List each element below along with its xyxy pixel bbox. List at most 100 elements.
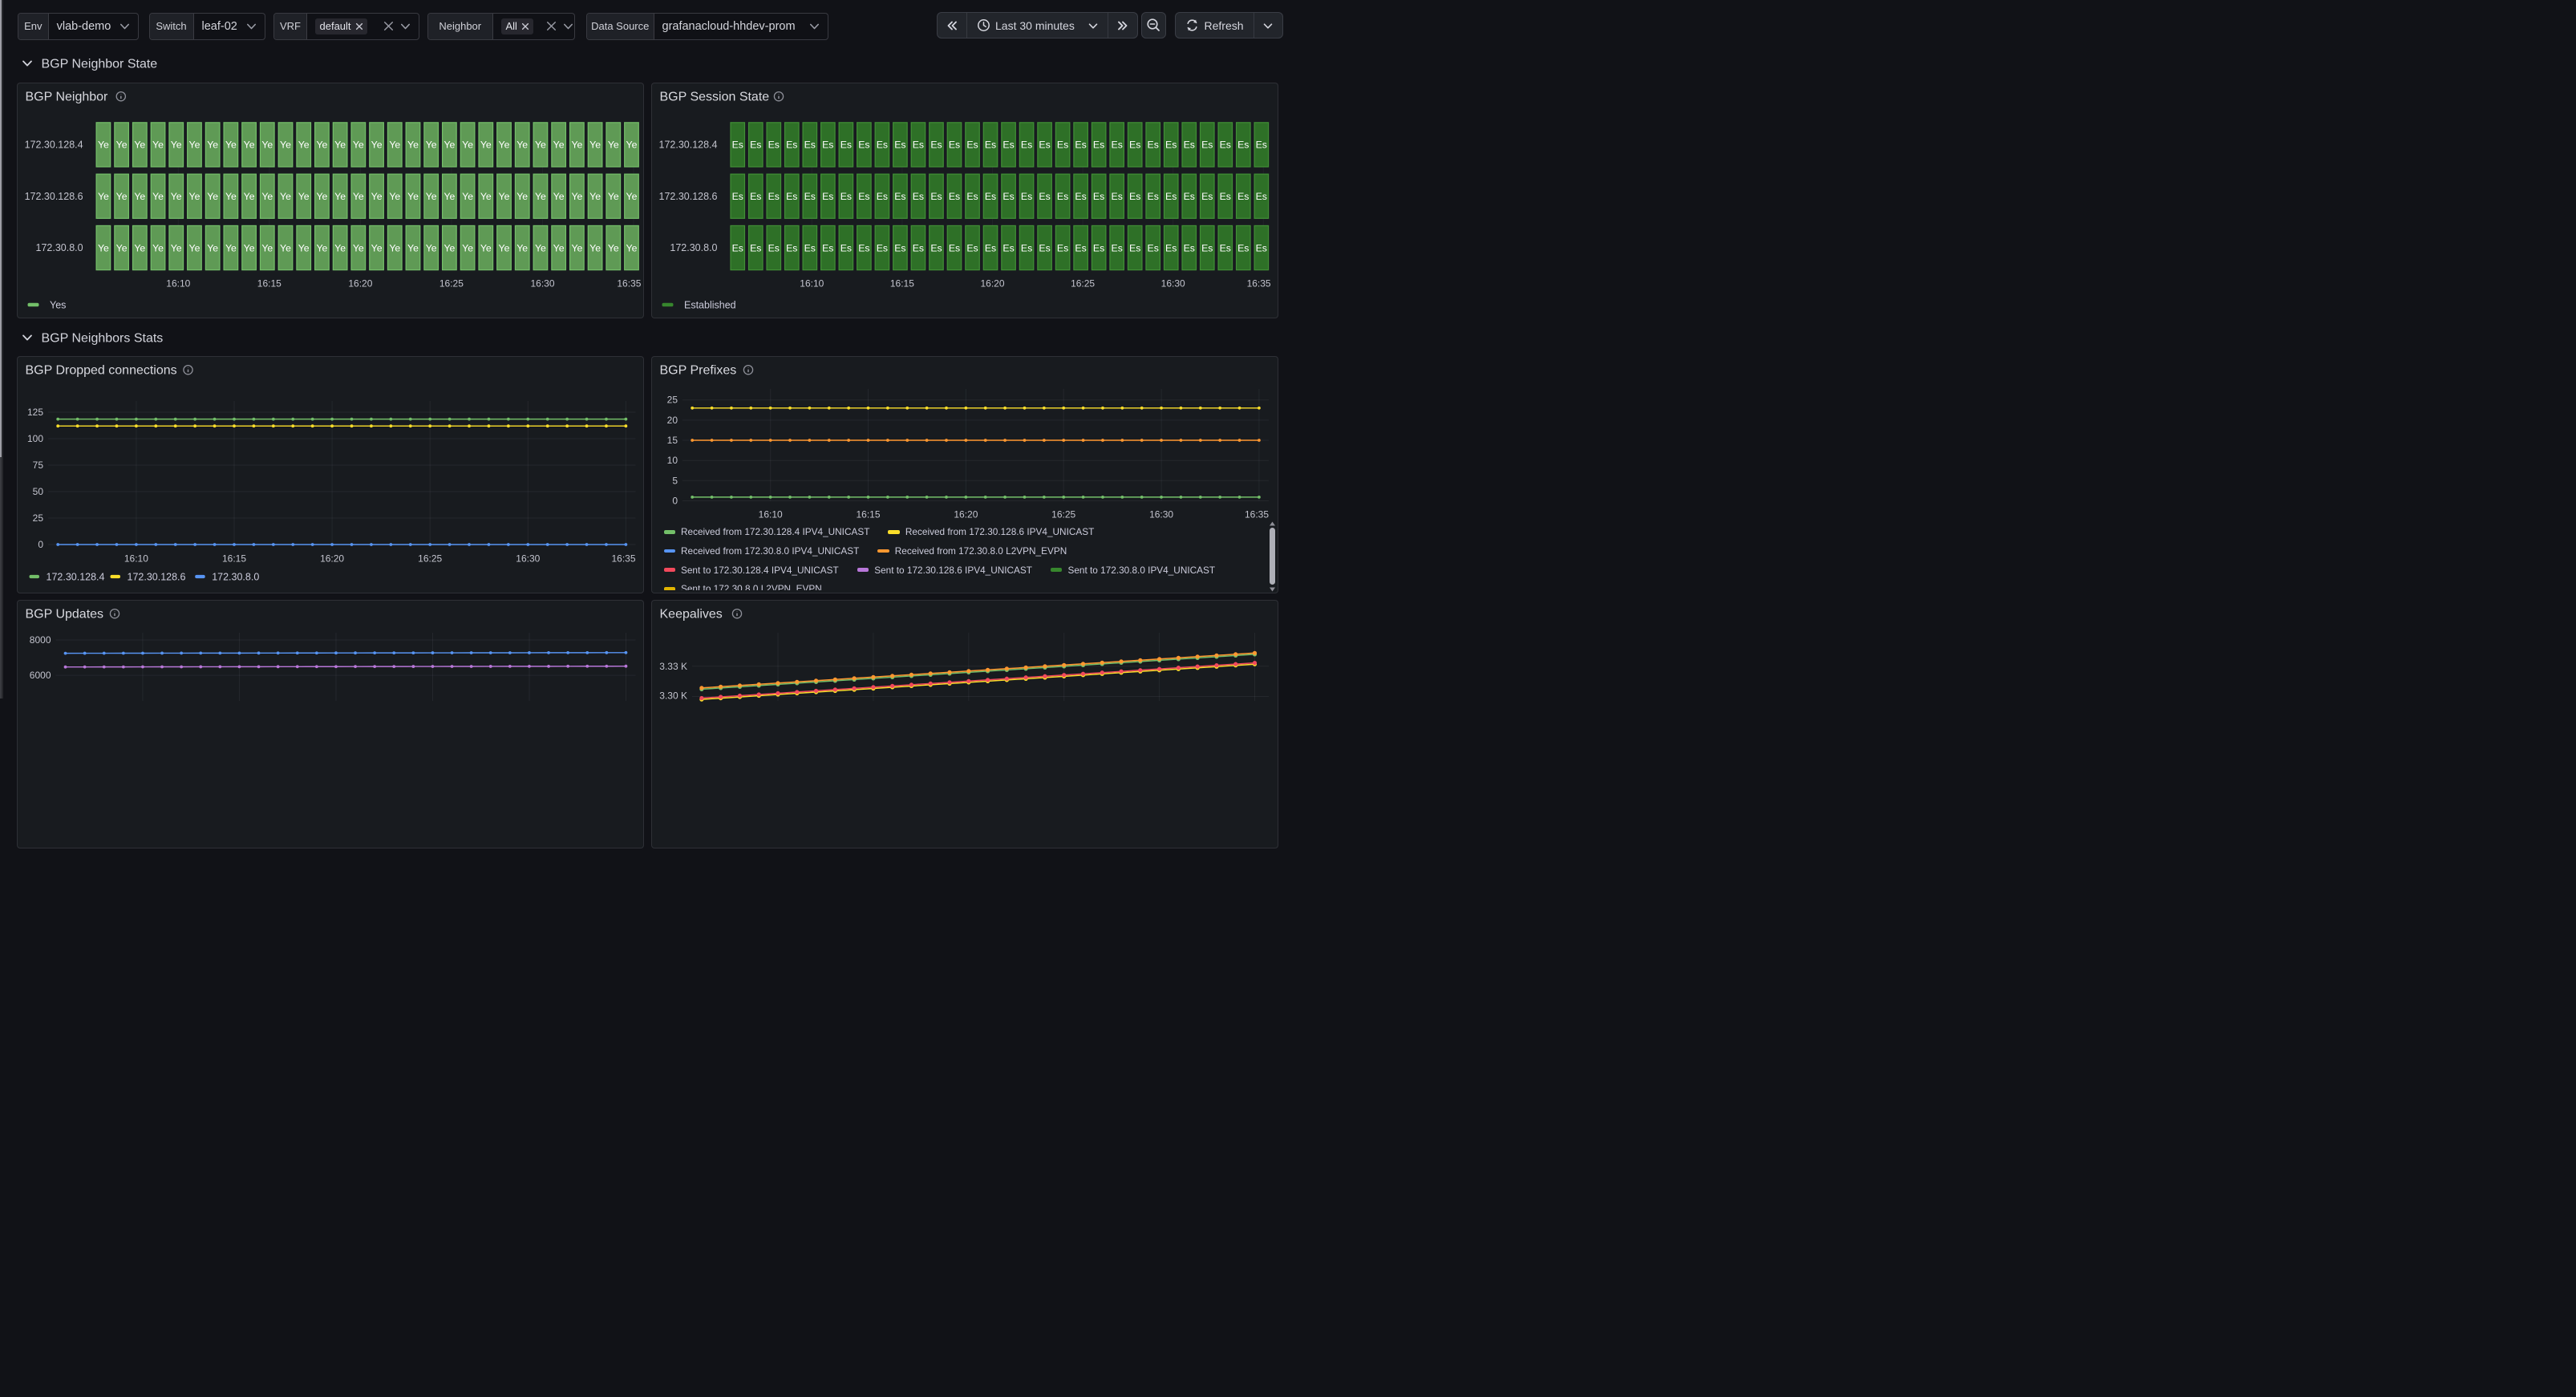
svg-text:Ye: Ye bbox=[516, 191, 528, 202]
svg-text:Es: Es bbox=[877, 139, 888, 150]
svg-text:Ye: Ye bbox=[316, 139, 327, 150]
svg-text:Es: Es bbox=[1002, 242, 1014, 253]
svg-text:Ye: Ye bbox=[553, 191, 564, 202]
svg-text:Es: Es bbox=[913, 242, 924, 253]
svg-text:Ye: Ye bbox=[444, 242, 455, 253]
svg-text:3.30 K: 3.30 K bbox=[659, 690, 687, 702]
svg-text:Es: Es bbox=[768, 139, 780, 150]
svg-text:16:20: 16:20 bbox=[954, 508, 978, 520]
svg-text:Es: Es bbox=[1256, 242, 1267, 253]
svg-text:Ye: Ye bbox=[134, 242, 145, 253]
svg-text:Ye: Ye bbox=[425, 139, 436, 150]
svg-text:172.30.128.4: 172.30.128.4 bbox=[46, 571, 104, 582]
svg-text:172.30.128.6: 172.30.128.6 bbox=[24, 190, 83, 201]
svg-text:Es: Es bbox=[877, 191, 888, 202]
svg-text:Es: Es bbox=[732, 139, 743, 150]
svg-text:Ye: Ye bbox=[389, 242, 400, 253]
svg-text:Es: Es bbox=[966, 242, 978, 253]
svg-text:Es: Es bbox=[732, 242, 743, 253]
svg-text:16:25: 16:25 bbox=[1071, 277, 1095, 289]
svg-text:Ye: Ye bbox=[170, 191, 181, 202]
svg-text:Ye: Ye bbox=[225, 242, 236, 253]
svg-text:Es: Es bbox=[858, 242, 869, 253]
svg-text:Ye: Ye bbox=[480, 139, 491, 150]
svg-text:16:30: 16:30 bbox=[1149, 508, 1173, 520]
svg-text:Yes: Yes bbox=[50, 299, 66, 310]
svg-text:Ye: Ye bbox=[207, 191, 218, 202]
svg-text:Ye: Ye bbox=[407, 242, 419, 253]
svg-text:Es: Es bbox=[1148, 139, 1159, 150]
svg-text:Ye: Ye bbox=[571, 139, 582, 150]
svg-text:16:30: 16:30 bbox=[516, 553, 540, 564]
svg-text:Es: Es bbox=[913, 191, 924, 202]
svg-text:Es: Es bbox=[913, 139, 924, 150]
svg-text:Ye: Ye bbox=[371, 242, 382, 253]
svg-text:20: 20 bbox=[667, 414, 678, 425]
svg-text:Es: Es bbox=[840, 242, 852, 253]
svg-text:172.30.128.4: 172.30.128.4 bbox=[659, 139, 718, 150]
svg-text:16:15: 16:15 bbox=[221, 553, 245, 564]
svg-text:Ye: Ye bbox=[243, 139, 254, 150]
svg-text:16:10: 16:10 bbox=[124, 553, 148, 564]
svg-text:Es: Es bbox=[1039, 139, 1050, 150]
svg-text:Es: Es bbox=[1057, 242, 1068, 253]
svg-text:Es: Es bbox=[1165, 191, 1177, 202]
svg-text:Ye: Ye bbox=[316, 242, 327, 253]
svg-text:Es: Es bbox=[894, 139, 905, 150]
svg-text:Es: Es bbox=[786, 191, 797, 202]
svg-text:Es: Es bbox=[1129, 191, 1140, 202]
svg-text:0: 0 bbox=[38, 539, 43, 550]
svg-text:6000: 6000 bbox=[29, 670, 51, 681]
svg-text:Ye: Ye bbox=[571, 242, 582, 253]
svg-text:Ye: Ye bbox=[607, 191, 618, 202]
svg-text:0: 0 bbox=[672, 495, 678, 506]
svg-text:Ye: Ye bbox=[334, 242, 346, 253]
svg-text:Ye: Ye bbox=[462, 242, 473, 253]
svg-text:Ye: Ye bbox=[261, 242, 273, 253]
svg-text:Es: Es bbox=[858, 139, 869, 150]
svg-text:Es: Es bbox=[1002, 191, 1014, 202]
svg-text:Es: Es bbox=[930, 242, 942, 253]
svg-text:125: 125 bbox=[26, 407, 43, 418]
svg-text:Ye: Ye bbox=[444, 139, 455, 150]
svg-text:Es: Es bbox=[985, 242, 996, 253]
svg-text:Es: Es bbox=[1165, 139, 1177, 150]
svg-text:Es: Es bbox=[1237, 191, 1249, 202]
svg-text:Es: Es bbox=[966, 139, 978, 150]
svg-text:Es: Es bbox=[1075, 139, 1086, 150]
svg-text:Ye: Ye bbox=[534, 139, 545, 150]
svg-text:Es: Es bbox=[1075, 242, 1086, 253]
svg-text:Es: Es bbox=[949, 242, 960, 253]
svg-text:16:35: 16:35 bbox=[611, 553, 635, 564]
svg-text:172.30.8.0: 172.30.8.0 bbox=[35, 242, 83, 253]
svg-text:16:25: 16:25 bbox=[418, 553, 442, 564]
svg-text:Es: Es bbox=[786, 139, 797, 150]
svg-text:Ye: Ye bbox=[115, 139, 127, 150]
svg-text:Ye: Ye bbox=[516, 242, 528, 253]
svg-text:Ye: Ye bbox=[462, 191, 473, 202]
svg-text:Ye: Ye bbox=[389, 191, 400, 202]
svg-text:BGP Neighbors Stats: BGP Neighbors Stats bbox=[42, 332, 164, 346]
svg-text:Ye: Ye bbox=[352, 242, 363, 253]
svg-text:Ye: Ye bbox=[407, 191, 419, 202]
svg-text:Ye: Ye bbox=[626, 242, 637, 253]
svg-text:Es: Es bbox=[985, 191, 996, 202]
svg-text:Ye: Ye bbox=[152, 242, 164, 253]
svg-text:16:20: 16:20 bbox=[348, 277, 372, 289]
svg-text:Es: Es bbox=[1220, 139, 1231, 150]
svg-text:Ye: Ye bbox=[298, 139, 309, 150]
svg-text:Es: Es bbox=[930, 139, 942, 150]
svg-text:Es: Es bbox=[1021, 139, 1032, 150]
svg-text:Ye: Ye bbox=[553, 242, 564, 253]
svg-text:16:20: 16:20 bbox=[320, 553, 344, 564]
svg-text:172.30.8.0: 172.30.8.0 bbox=[212, 571, 259, 582]
svg-text:Es: Es bbox=[1057, 139, 1068, 150]
svg-text:Es: Es bbox=[894, 242, 905, 253]
svg-text:16:10: 16:10 bbox=[759, 508, 783, 520]
svg-text:172.30.8.0: 172.30.8.0 bbox=[670, 242, 717, 253]
svg-text:Ye: Ye bbox=[97, 242, 108, 253]
svg-text:Es: Es bbox=[840, 139, 852, 150]
svg-text:172.30.128.6: 172.30.128.6 bbox=[659, 190, 718, 201]
svg-text:Es: Es bbox=[1148, 242, 1159, 253]
svg-text:Es: Es bbox=[1237, 139, 1249, 150]
